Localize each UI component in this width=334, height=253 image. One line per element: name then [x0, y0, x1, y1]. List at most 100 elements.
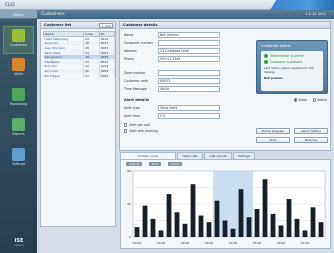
alert-per-unit-checkbox[interactable]: Alert per unit [124, 123, 150, 127]
time-message-input[interactable]: 08:00 [158, 86, 220, 92]
window-title: CLiO [5, 2, 15, 7]
checkbox-box[interactable] [124, 123, 128, 127]
chart-bar[interactable] [142, 205, 148, 237]
page-title: Customers [41, 12, 65, 17]
x-tick-label: 21:00 [301, 241, 310, 245]
chart-bar[interactable] [270, 213, 276, 237]
status-title: Customer status [261, 44, 291, 48]
chart-tabs: Activity curve Heart rate Last reports S… [120, 152, 330, 159]
field-alert-time: Alert time 5.0 [124, 113, 234, 119]
tab-settings[interactable]: Settings [233, 152, 255, 159]
sidebar-item-customers[interactable]: Customers [3, 26, 34, 54]
chart-bar[interactable] [230, 228, 236, 237]
alert-with-warning-checkbox[interactable]: Alert with warning [124, 129, 158, 133]
chart-bar[interactable] [166, 194, 172, 237]
chart-bar[interactable] [310, 207, 316, 237]
tab-heart-rate[interactable]: Heart rate [177, 152, 203, 159]
sleep-radio[interactable]: Sleep [294, 98, 307, 102]
sidebar-item-settings[interactable]: Settings [3, 146, 34, 174]
chart-bar[interactable] [198, 215, 204, 237]
chart-bar[interactable] [302, 230, 308, 237]
radio-dot[interactable] [294, 98, 298, 102]
print-button[interactable]: Print [256, 137, 290, 143]
x-tick-label: 06:00 [181, 241, 190, 245]
field-customer-code: Customer code 00023 [124, 78, 234, 84]
chart-bar[interactable] [182, 223, 188, 237]
alert-time-input[interactable]: 5.0 [158, 113, 220, 119]
chart-bar[interactable] [190, 184, 196, 237]
chart-bar[interactable] [318, 222, 324, 237]
chart-bar[interactable] [286, 199, 292, 237]
address-input[interactable]: 23 Linkwood Lane [158, 48, 220, 54]
legend-time[interactable]: Time [148, 162, 162, 166]
remove-button[interactable]: Remove [294, 137, 328, 143]
table-cell-nr: 0004 [99, 73, 116, 78]
field-label: Customer code [124, 79, 149, 83]
header-date: 1.1.11 10:1 [305, 12, 326, 17]
phone-input[interactable]: 555 01 2345 [158, 56, 220, 62]
field-label: Name [124, 33, 134, 37]
sidebar: Menu Customers Alerts Monitoring Reports… [0, 10, 37, 253]
event-analysis-button[interactable]: Event analysis [256, 128, 290, 134]
field-label: Zone number [124, 71, 146, 75]
brand-logo: ISE system [9, 238, 29, 247]
alarm-history-button[interactable]: Alarm history [294, 128, 328, 134]
customer-code-input[interactable]: 00023 [158, 78, 220, 84]
active-radio[interactable]: Active [313, 98, 327, 102]
activity-chart: 00:00 03:00 06:00 09:00 12:00 15:00 18:00 21:00… [127, 169, 326, 245]
chart-bar[interactable] [206, 222, 212, 237]
alert-details-heading: Alert details [124, 98, 149, 102]
status-dot-icon [264, 54, 268, 58]
customer-list-panel: Customer list + Add Name Code Nr. Hilde … [40, 21, 116, 227]
report-icon [12, 118, 25, 131]
customer-status-box: Customer status Vitalmonitor is online C… [256, 40, 328, 94]
chart-bar[interactable] [262, 179, 268, 237]
sidebar-item-label: Alerts [13, 72, 24, 76]
customer-details-title: Customer details [120, 22, 330, 29]
alert-type-select[interactable]: Voice Alert [158, 105, 220, 111]
people-icon [12, 29, 25, 42]
table-cell-code: 27 [83, 73, 100, 78]
sidebar-menu-label[interactable]: Menu [0, 10, 37, 19]
chart-bar[interactable] [174, 212, 180, 237]
sidebar-item-label: Reports [12, 132, 25, 136]
field-phone: Phone 555 01 2345 [124, 56, 234, 62]
name-input[interactable]: Neil Jenkins [158, 32, 220, 38]
chart-bar[interactable] [238, 189, 244, 237]
table-row[interactable]: Per Hagen 27 0004 [43, 73, 116, 78]
zone-number-input[interactable] [158, 70, 220, 76]
chart-legend: Activity Time Alarm [126, 162, 187, 167]
chart-bar[interactable] [278, 225, 284, 237]
x-tick-label: 00:00 [133, 241, 142, 245]
chart-bar[interactable] [294, 218, 300, 237]
customer-number-input[interactable] [158, 40, 220, 46]
sidebar-item-monitoring[interactable]: Monitoring [3, 86, 34, 114]
chart-bar[interactable] [150, 218, 156, 237]
sidebar-item-reports[interactable]: Reports [3, 116, 34, 144]
chart-bar[interactable] [222, 220, 228, 238]
legend-alarm[interactable]: Alarm [167, 162, 182, 166]
field-alert-type: Alert type Voice Alert [124, 105, 234, 111]
customer-details-panel: Customer details Name Neil Jenkins Custo… [119, 21, 331, 151]
chart-bar[interactable] [254, 208, 260, 237]
chart-bar[interactable] [134, 227, 140, 237]
radio-label: Active [317, 98, 327, 102]
sidebar-item-label: Monitoring [9, 102, 28, 106]
chart-bar[interactable] [246, 217, 252, 237]
activity-chart-panel: Activity Time Alarm 00:00 03:00 06:00 09:00… [120, 159, 331, 249]
radio-label: Sleep [298, 98, 307, 102]
chart-bar[interactable] [214, 200, 220, 237]
tab-activity-curve[interactable]: Activity curve [120, 152, 176, 159]
add-customer-button[interactable]: + Add [99, 23, 113, 28]
y-tick-label: 40 [127, 202, 131, 206]
status-line: Vitalmonitor is online [270, 54, 304, 58]
y-tick-label: 80 [127, 169, 131, 173]
chart-bar[interactable] [158, 230, 164, 237]
sidebar-item-alerts[interactable]: Alerts [3, 56, 34, 84]
checkbox-box[interactable] [124, 129, 128, 133]
sidebar-item-label: Settings [11, 162, 26, 166]
status-content: Vitalmonitor is online Customer is prese… [261, 51, 323, 91]
radio-dot[interactable] [313, 98, 317, 102]
tab-last-reports[interactable]: Last reports [204, 152, 232, 159]
legend-activity[interactable]: Activity [126, 162, 143, 166]
